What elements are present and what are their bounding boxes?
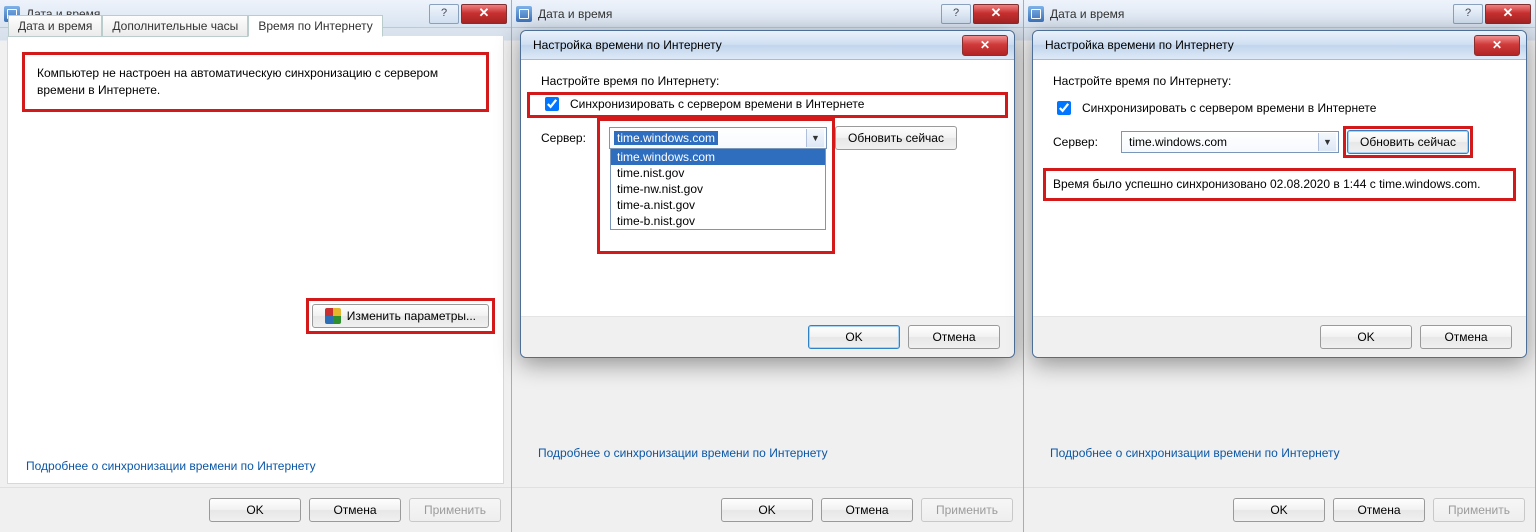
window-titlebar: Дата и время ? ✕ xyxy=(512,0,1023,28)
tab-date-time[interactable]: Дата и время xyxy=(8,15,102,37)
server-label: Сервер: xyxy=(541,131,601,145)
ok-button[interactable]: OK xyxy=(721,498,813,522)
cancel-button[interactable]: Отмена xyxy=(821,498,913,522)
dialog-cancel-button[interactable]: Отмена xyxy=(908,325,1000,349)
change-settings-label: Изменить параметры... xyxy=(347,309,476,323)
server-option[interactable]: time.nist.gov xyxy=(611,165,825,181)
update-now-button[interactable]: Обновить сейчас xyxy=(1347,130,1469,154)
server-label: Сервер: xyxy=(1053,135,1113,149)
help-button[interactable]: ? xyxy=(1453,4,1483,24)
sync-checkbox[interactable] xyxy=(1057,101,1071,115)
tab-internet-time[interactable]: Время по Интернету xyxy=(248,15,382,37)
apply-button: Применить xyxy=(409,498,501,522)
datetime-icon xyxy=(516,6,532,22)
dialog-close-button[interactable]: ✕ xyxy=(962,35,1008,56)
window-titlebar: Дата и время ? ✕ xyxy=(1024,0,1535,28)
dialog-close-button[interactable]: ✕ xyxy=(1474,35,1520,56)
server-selected-value: time.windows.com xyxy=(614,131,718,145)
dialog-title: Настройка времени по Интернету xyxy=(533,38,722,52)
server-selected-value: time.windows.com xyxy=(1126,135,1230,149)
help-button[interactable]: ? xyxy=(941,4,971,24)
help-button[interactable]: ? xyxy=(429,4,459,24)
server-option[interactable]: time-nw.nist.gov xyxy=(611,181,825,197)
learn-more-link[interactable]: Подробнее о синхронизации времени по Инт… xyxy=(1050,446,1340,460)
dropdown-arrow-icon[interactable]: ▼ xyxy=(806,129,824,147)
apply-button: Применить xyxy=(921,498,1013,522)
sync-checkbox-label: Синхронизировать с сервером времени в Ин… xyxy=(1082,101,1376,115)
sync-status-message: Компьютер не настроен на автоматическую … xyxy=(22,52,489,112)
learn-more-link[interactable]: Подробнее о синхронизации времени по Инт… xyxy=(26,459,316,473)
sync-result-message: Время было успешно синхронизовано 02.08.… xyxy=(1053,176,1506,193)
ok-button[interactable]: OK xyxy=(209,498,301,522)
dialog-intro: Настройте время по Интернету: xyxy=(1053,74,1506,88)
tab-additional-clocks[interactable]: Дополнительные часы xyxy=(102,15,248,37)
dialog-intro: Настройте время по Интернету: xyxy=(541,74,994,88)
window-title: Дата и время xyxy=(538,7,612,21)
server-option[interactable]: time.windows.com xyxy=(611,149,825,165)
server-option[interactable]: time-b.nist.gov xyxy=(611,213,825,229)
internet-time-settings-dialog: Настройка времени по Интернету ✕ Настрой… xyxy=(1032,30,1527,358)
cancel-button[interactable]: Отмена xyxy=(309,498,401,522)
server-dropdown: time.windows.com time.nist.gov time-nw.n… xyxy=(610,149,826,230)
ok-button[interactable]: OK xyxy=(1233,498,1325,522)
window-title: Дата и время xyxy=(1050,7,1124,21)
change-settings-button[interactable]: Изменить параметры... xyxy=(312,304,489,328)
dropdown-arrow-icon[interactable]: ▼ xyxy=(1318,133,1336,151)
dialog-ok-button[interactable]: OK xyxy=(1320,325,1412,349)
sync-checkbox[interactable] xyxy=(545,97,559,111)
apply-button: Применить xyxy=(1433,498,1525,522)
update-now-button[interactable]: Обновить сейчас xyxy=(835,126,957,150)
dialog-ok-button[interactable]: OK xyxy=(808,325,900,349)
shield-icon xyxy=(325,308,341,324)
dialog-cancel-button[interactable]: Отмена xyxy=(1420,325,1512,349)
close-button[interactable]: ✕ xyxy=(1485,4,1531,24)
sync-checkbox-label: Синхронизировать с сервером времени в Ин… xyxy=(570,97,864,111)
datetime-icon xyxy=(1028,6,1044,22)
close-button[interactable]: ✕ xyxy=(461,4,507,24)
learn-more-link[interactable]: Подробнее о синхронизации времени по Инт… xyxy=(538,446,828,460)
internet-time-settings-dialog: Настройка времени по Интернету ✕ Настрой… xyxy=(520,30,1015,358)
server-combobox[interactable]: time.windows.com ▼ time.windows.com time… xyxy=(609,127,827,149)
close-button[interactable]: ✕ xyxy=(973,4,1019,24)
dialog-title: Настройка времени по Интернету xyxy=(1045,38,1234,52)
server-option[interactable]: time-a.nist.gov xyxy=(611,197,825,213)
server-combobox[interactable]: time.windows.com ▼ xyxy=(1121,131,1339,153)
cancel-button[interactable]: Отмена xyxy=(1333,498,1425,522)
